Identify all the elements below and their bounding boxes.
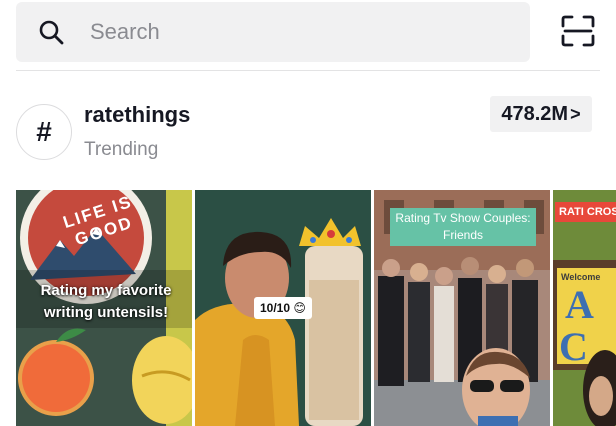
- scan-button[interactable]: [556, 13, 600, 53]
- video-thumbnail[interactable]: LIFE IS GOOD Rating my favorite writing …: [16, 190, 192, 426]
- sign-text: Welcome: [561, 272, 601, 282]
- search-icon: [36, 17, 66, 47]
- video-thumbnail[interactable]: 10/10 😊: [195, 190, 371, 426]
- hashtag-avatar[interactable]: #: [16, 104, 72, 160]
- views-count: 478.2M: [501, 102, 569, 125]
- video-thumbnail[interactable]: A C Welcome RATI CROSSI P: [553, 190, 616, 426]
- rating-chip-text: 10/10 😊: [260, 301, 306, 315]
- video-caption: Rating my favorite writing untensils!: [40, 282, 172, 321]
- rating-chip: 10/10 😊: [254, 297, 312, 319]
- svg-text:C: C: [559, 324, 588, 369]
- chevron-right-icon: >: [570, 103, 581, 124]
- hashtag-name[interactable]: ratethings: [84, 102, 190, 128]
- search-bar[interactable]: [16, 2, 530, 62]
- search-input[interactable]: [90, 19, 490, 45]
- views-badge[interactable]: 478.2M >: [490, 96, 592, 132]
- scan-icon: [561, 15, 595, 52]
- video-thumbnail[interactable]: Rating Tv Show Couples: Friends: [374, 190, 550, 426]
- video-caption: Rating Tv Show Couples: Friends: [390, 208, 536, 246]
- hashtag-icon: #: [36, 116, 52, 147]
- video-caption: RATI CROSSI P: [555, 202, 616, 222]
- hashtag-subtitle: Trending: [84, 139, 159, 160]
- svg-text:A: A: [565, 282, 594, 327]
- divider: [16, 70, 600, 71]
